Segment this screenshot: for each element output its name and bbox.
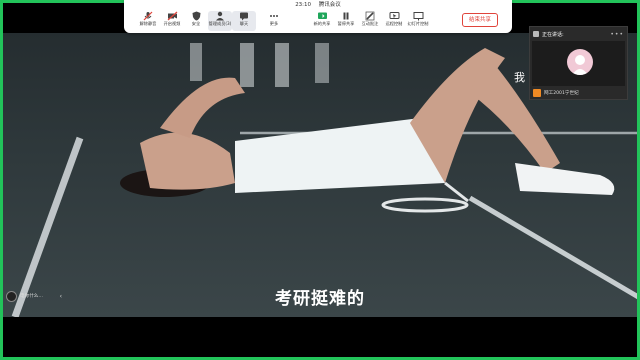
camera-off-icon bbox=[166, 11, 178, 21]
toolbar-right-group: 新的共享 暂停共享 互动批注 远程控制 幻灯片控制 bbox=[310, 11, 430, 31]
new-share-label: 新的共享 bbox=[313, 21, 331, 26]
more-label: 更多 bbox=[269, 21, 279, 26]
meeting-app-title: 腾讯会议 bbox=[318, 2, 341, 8]
remote-control-icon bbox=[388, 11, 400, 21]
chat-button[interactable]: 聊天 bbox=[232, 11, 256, 31]
participant-panel: 正在讲话: ••• 网工2001宁世妃 bbox=[529, 26, 628, 100]
start-video-label: 开启视频 bbox=[163, 21, 181, 26]
participant-name: 网工2001宁世妃 bbox=[544, 91, 579, 96]
security-label: 安全 bbox=[191, 21, 201, 26]
slides-control-label: 幻灯片控制 bbox=[407, 21, 429, 26]
security-button[interactable]: 安全 bbox=[184, 11, 208, 31]
speaker-header-name: 正在讲话: bbox=[542, 31, 564, 38]
speaker-mic-icon bbox=[533, 31, 539, 37]
remote-control-button[interactable]: 远程控制 bbox=[382, 11, 406, 31]
annotate-icon bbox=[364, 11, 376, 21]
pause-share-label: 暂停共享 bbox=[337, 21, 355, 26]
new-share-icon bbox=[316, 11, 328, 21]
speaker-header: 正在讲话: ••• bbox=[530, 27, 627, 41]
annotate-button[interactable]: 互动批注 bbox=[358, 11, 382, 31]
toolbar-left-group: 解除静音 开启视频 安全 管理成员(3) 聊天 更多 bbox=[136, 11, 286, 31]
shield-icon bbox=[190, 11, 202, 21]
avatar bbox=[567, 49, 593, 75]
mic-muted-icon bbox=[142, 11, 154, 21]
start-video-button[interactable]: 开启视频 bbox=[160, 11, 184, 31]
more-icon bbox=[268, 11, 280, 21]
manage-members-button[interactable]: 管理成员(3) bbox=[208, 11, 232, 31]
slides-control-button[interactable]: 幻灯片控制 bbox=[406, 11, 430, 31]
unmute-label: 解除静音 bbox=[139, 21, 157, 26]
participant-footer: 网工2001宁世妃 bbox=[530, 87, 627, 99]
panel-menu-icon[interactable]: ••• bbox=[610, 31, 624, 38]
members-icon bbox=[214, 11, 226, 21]
manage-members-label: 管理成员(3) bbox=[208, 21, 232, 26]
remote-control-label: 远程控制 bbox=[385, 21, 403, 26]
chat-icon bbox=[238, 11, 250, 21]
chat-label: 聊天 bbox=[239, 21, 249, 26]
meeting-title-row: 23:10 腾讯会议 bbox=[124, 1, 512, 9]
meeting-time: 23:10 bbox=[295, 2, 312, 8]
end-share-button[interactable]: 结束共享 bbox=[462, 13, 498, 27]
more-button[interactable]: 更多 bbox=[262, 11, 286, 31]
mic-icon bbox=[533, 89, 541, 97]
pause-share-icon bbox=[340, 11, 352, 21]
unmute-button[interactable]: 解除静音 bbox=[136, 11, 160, 31]
pause-share-button[interactable]: 暂停共享 bbox=[334, 11, 358, 31]
slides-icon bbox=[412, 11, 424, 21]
new-share-button[interactable]: 新的共享 bbox=[310, 11, 334, 31]
participant-tile[interactable] bbox=[532, 41, 625, 86]
annotate-label: 互动批注 bbox=[361, 21, 379, 26]
meeting-toolbar: 23:10 腾讯会议 解除静音 开启视频 安全 管理成员(3) 聊天 更多 新的… bbox=[124, 0, 512, 33]
